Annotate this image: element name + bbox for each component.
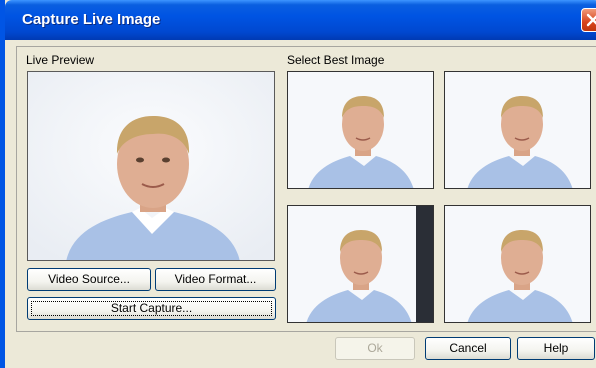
video-format-button[interactable]: Video Format...: [155, 268, 276, 291]
close-icon: [586, 13, 596, 27]
cancel-button[interactable]: Cancel: [425, 337, 511, 360]
help-button[interactable]: Help: [517, 337, 595, 360]
capture-thumbnail-3[interactable]: [287, 205, 434, 323]
live-preview: [27, 71, 275, 261]
capture-thumbnail-1[interactable]: [287, 71, 434, 189]
video-source-button[interactable]: Video Source...: [27, 268, 151, 291]
capture-thumbnail-4[interactable]: [444, 205, 591, 323]
capture-thumbnail-2[interactable]: [444, 71, 591, 189]
select-best-image-label: Select Best Image: [287, 53, 385, 67]
thumbnail-image: [288, 206, 433, 322]
live-preview-image: [28, 72, 274, 260]
live-preview-label: Live Preview: [26, 53, 95, 67]
ok-button[interactable]: Ok: [335, 337, 415, 360]
window-title: Capture Live Image: [22, 11, 161, 28]
title-bar[interactable]: Capture Live Image: [5, 0, 596, 40]
start-capture-button[interactable]: Start Capture...: [27, 297, 276, 320]
thumbnail-image: [445, 206, 590, 322]
close-button[interactable]: [581, 8, 596, 32]
thumbnail-image: [445, 72, 590, 188]
thumbnail-image: [288, 72, 433, 188]
